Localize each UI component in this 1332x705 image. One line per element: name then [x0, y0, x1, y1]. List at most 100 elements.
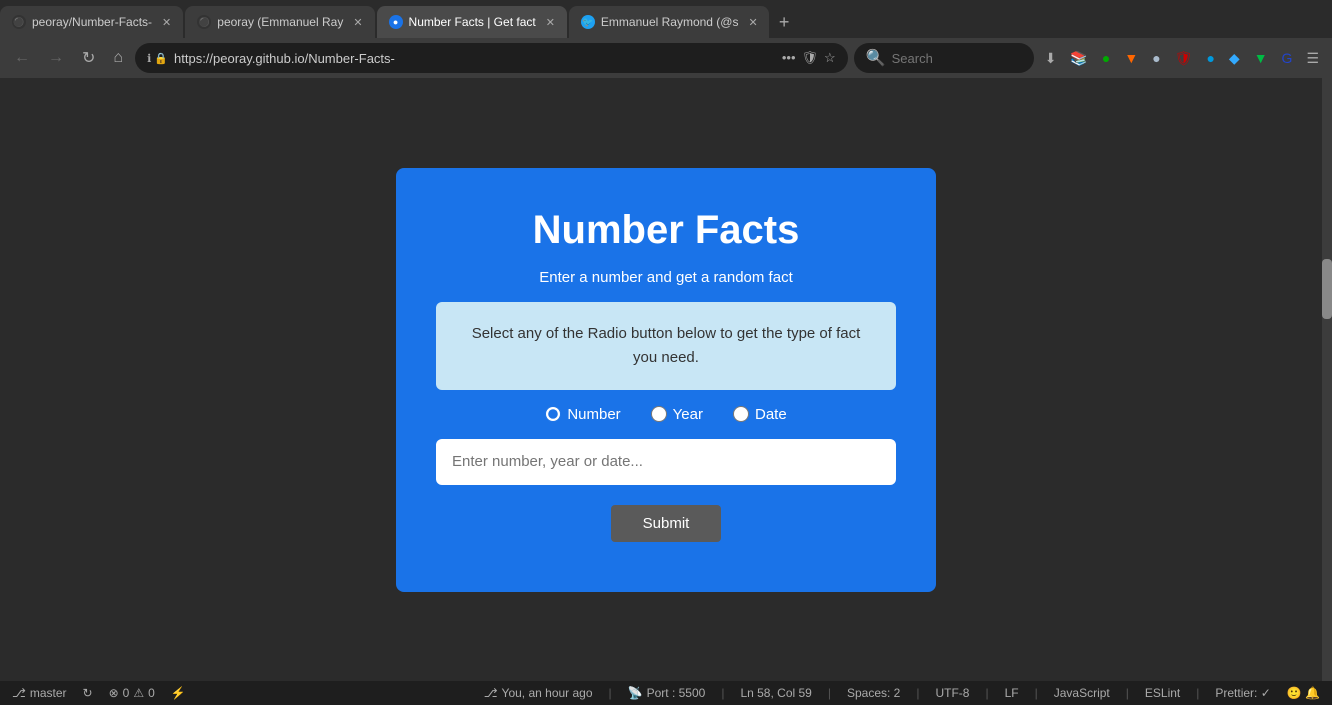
url-text: https://peoray.github.io/Number-Facts-	[174, 51, 776, 66]
sync-icon: ↻	[83, 686, 93, 700]
addon3-icon[interactable]: ●	[1147, 46, 1165, 70]
number-input[interactable]	[436, 439, 896, 485]
status-language: JavaScript	[1054, 686, 1110, 700]
warning-count: 0	[148, 686, 155, 700]
home-button[interactable]: ⌂	[107, 45, 129, 71]
status-sync[interactable]: ↻	[83, 686, 93, 700]
error-icon: ⊗	[109, 686, 119, 700]
error-count: 0	[123, 686, 130, 700]
url-bar-actions: ••• 🛡 ☆	[782, 50, 836, 66]
warning-icon: ⚠	[133, 686, 144, 700]
status-lightning[interactable]: ⚡	[171, 686, 186, 700]
branch-name: master	[30, 686, 67, 700]
twitter-icon: 🐦	[581, 15, 595, 29]
addon7-icon[interactable]: ▼	[1249, 46, 1273, 70]
radio-date-input[interactable]	[733, 406, 749, 422]
radio-number-label[interactable]: Number	[545, 406, 620, 423]
git-user: You, an hour ago	[502, 686, 593, 700]
info-box: Select any of the Radio button below to …	[436, 302, 896, 390]
back-button[interactable]: ←	[8, 45, 36, 71]
tab-app[interactable]: ● Number Facts | Get fact ✕	[377, 6, 567, 38]
status-line-ending: LF	[1005, 686, 1019, 700]
menu-icon[interactable]: ☰	[1301, 46, 1324, 71]
page-icon: ●	[389, 15, 403, 29]
sep2: |	[721, 686, 724, 700]
sep8: |	[1196, 686, 1199, 700]
tab-close-icon-3[interactable]: ✕	[546, 16, 555, 29]
sep1: |	[609, 686, 612, 700]
url-bar[interactable]: ℹ 🔒 https://peoray.github.io/Number-Fact…	[135, 43, 848, 73]
radio-year-text: Year	[673, 406, 703, 423]
download-icon[interactable]: ⬇	[1040, 46, 1062, 71]
search-icon: 🔍	[866, 48, 886, 68]
addon6-icon[interactable]: ◆	[1224, 46, 1245, 71]
app-title: Number Facts	[533, 208, 800, 253]
tab-close-icon-2[interactable]: ✕	[353, 16, 362, 29]
git-commit-icon: ⎇	[484, 686, 498, 700]
radio-year-input[interactable]	[651, 406, 667, 422]
port-text: Port : 5500	[647, 686, 706, 700]
status-bar: ⎇ master ↻ ⊗ 0 ⚠ 0 ⚡ ⎇ You, an hour ago …	[0, 681, 1332, 705]
github-icon: ⚫	[12, 15, 26, 29]
search-bar[interactable]: 🔍	[854, 43, 1034, 73]
branch-icon: ⎇	[12, 686, 26, 700]
radio-date-label[interactable]: Date	[733, 406, 787, 423]
status-git: ⎇ You, an hour ago	[484, 686, 593, 700]
page-content: Number Facts Enter a number and get a ra…	[0, 78, 1332, 681]
app-card: Number Facts Enter a number and get a ra…	[396, 168, 936, 592]
tab-label: peoray/Number-Facts-	[32, 15, 152, 29]
radio-year-label[interactable]: Year	[651, 406, 703, 423]
shield-icon[interactable]: 🛡	[802, 50, 819, 66]
star-icon[interactable]: ☆	[824, 50, 836, 66]
radio-number-text: Number	[567, 406, 620, 423]
port-icon: 📡	[628, 686, 643, 700]
new-tab-button[interactable]: +	[771, 6, 798, 38]
search-input[interactable]	[892, 51, 1022, 66]
tab-bar: ⚫ peoray/Number-Facts- ✕ ⚫ peoray (Emman…	[0, 0, 1332, 38]
library-icon[interactable]: 📚	[1065, 46, 1092, 71]
status-branch[interactable]: ⎇ master	[12, 686, 67, 700]
addon8-icon[interactable]: G	[1277, 46, 1298, 70]
addon4-icon[interactable]: 🛡	[1170, 46, 1198, 71]
tab-github-repo[interactable]: ⚫ peoray/Number-Facts- ✕	[0, 6, 183, 38]
sep6: |	[1035, 686, 1038, 700]
addon2-icon[interactable]: ▼	[1119, 46, 1143, 70]
forward-button[interactable]: →	[42, 45, 70, 71]
sep4: |	[916, 686, 919, 700]
lightning-icon: ⚡	[171, 686, 186, 700]
tab-label-2: peoray (Emmanuel Ray	[217, 15, 343, 29]
toolbar-icons: ⬇ 📚 ● ▼ ● 🛡 ● ◆ ▼ G ☰	[1040, 46, 1324, 71]
status-notifications[interactable]: 🙂 🔔	[1287, 686, 1320, 700]
radio-group: Number Year Date	[545, 406, 786, 423]
reload-button[interactable]: ↻	[76, 44, 101, 72]
tab-label-3: Number Facts | Get fact	[409, 15, 536, 29]
addon1-icon[interactable]: ●	[1097, 46, 1115, 70]
status-errors[interactable]: ⊗ 0 ⚠ 0	[109, 686, 155, 700]
app-subtitle: Enter a number and get a random fact	[539, 269, 792, 286]
radio-date-text: Date	[755, 406, 787, 423]
more-icon[interactable]: •••	[782, 50, 796, 66]
status-spaces: Spaces: 2	[847, 686, 900, 700]
tab-github-user[interactable]: ⚫ peoray (Emmanuel Ray ✕	[185, 6, 374, 38]
scrollbar[interactable]	[1322, 78, 1332, 681]
info-text: Select any of the Radio button below to …	[472, 325, 861, 366]
submit-button[interactable]: Submit	[611, 505, 722, 542]
tab-twitter[interactable]: 🐦 Emmanuel Raymond (@s ✕	[569, 6, 769, 38]
status-eslint[interactable]: ESLint	[1145, 686, 1180, 700]
sep7: |	[1126, 686, 1129, 700]
radio-number-input[interactable]	[545, 406, 561, 422]
status-prettier[interactable]: Prettier: ✓	[1215, 686, 1270, 700]
lock-icon: ℹ 🔒	[147, 52, 168, 65]
status-port[interactable]: 📡 Port : 5500	[628, 686, 706, 700]
scrollbar-thumb[interactable]	[1322, 259, 1332, 319]
status-ln-col: Ln 58, Col 59	[740, 686, 811, 700]
addon5-icon[interactable]: ●	[1201, 46, 1219, 70]
tab-close-icon[interactable]: ✕	[162, 16, 171, 29]
sep5: |	[985, 686, 988, 700]
tab-close-icon-4[interactable]: ✕	[748, 16, 757, 29]
address-bar: ← → ↻ ⌂ ℹ 🔒 https://peoray.github.io/Num…	[0, 38, 1332, 78]
tab-label-4: Emmanuel Raymond (@s	[601, 15, 739, 29]
status-encoding: UTF-8	[935, 686, 969, 700]
github-icon-2: ⚫	[197, 15, 211, 29]
sep3: |	[828, 686, 831, 700]
